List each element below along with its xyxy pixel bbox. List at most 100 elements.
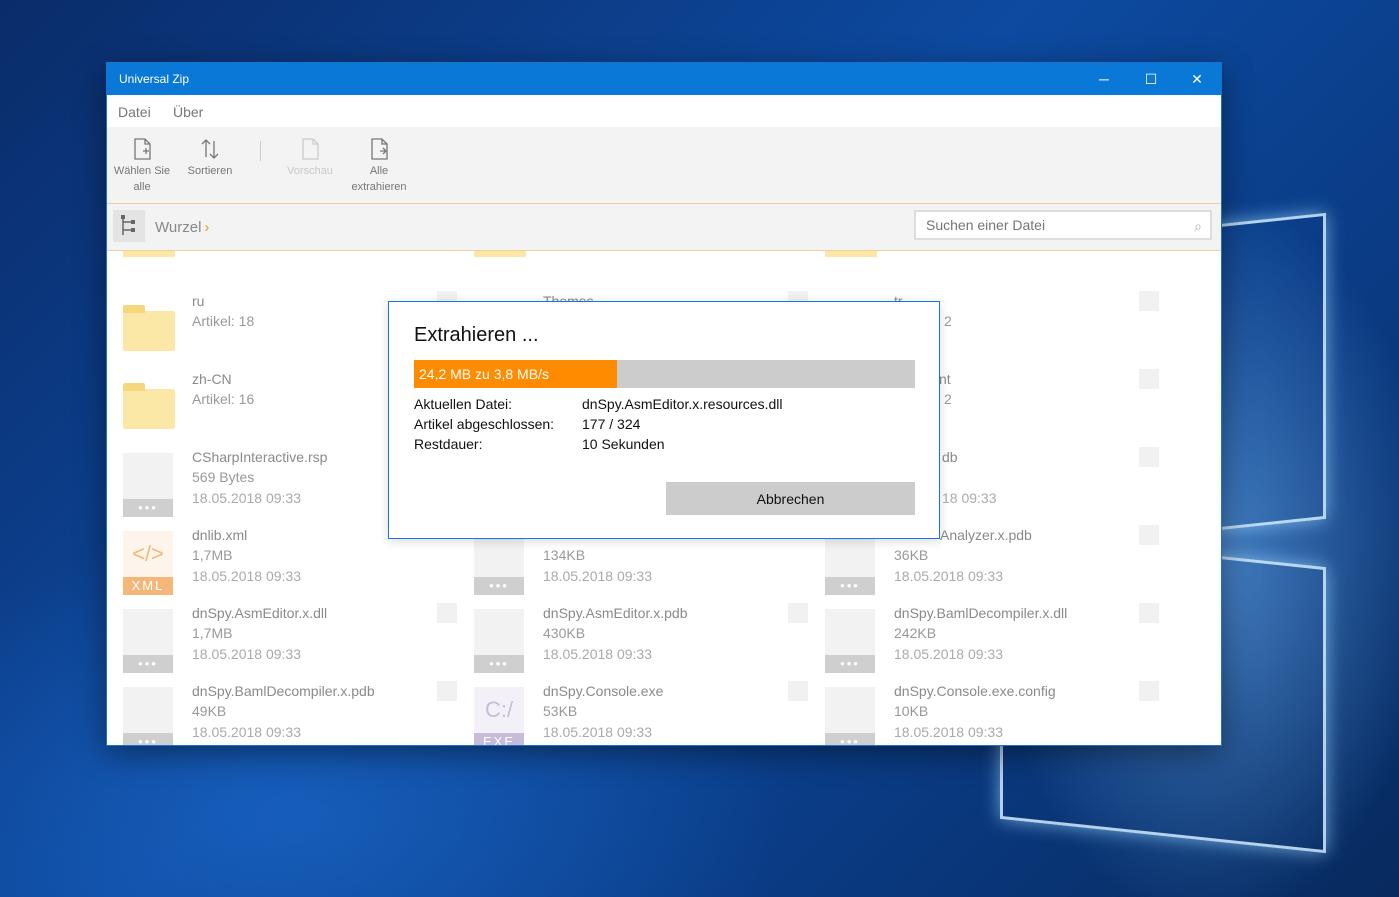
file-size: 10KB bbox=[894, 703, 929, 719]
dots-badge: ••• bbox=[123, 499, 173, 517]
extract-all-button[interactable]: Alle extrahieren bbox=[345, 137, 413, 195]
file-item[interactable]: C:/ EXE dnSpy.Console.exe 53KB 18.05.2018… bbox=[458, 681, 808, 745]
select-all-label: Wählen Sie alle bbox=[113, 165, 171, 193]
file-date: 18.05.2018 09:33 bbox=[543, 568, 652, 584]
item-checkbox[interactable] bbox=[1139, 525, 1159, 545]
exe-glyph: C:/ bbox=[484, 697, 514, 722]
file-name: dnSpy.Console.exe bbox=[543, 683, 664, 699]
extract-icon bbox=[371, 138, 388, 160]
remaining-value: 10 Sekunden bbox=[582, 436, 665, 452]
sort-label: Sortieren bbox=[187, 165, 233, 177]
select-all-button[interactable]: Wählen Sie alle bbox=[111, 137, 173, 195]
file-size: 569 Bytes bbox=[192, 469, 255, 485]
file-name: zh-CN bbox=[192, 371, 232, 387]
items-done-value: 177 / 324 bbox=[582, 416, 641, 432]
file-size: 1,7MB bbox=[192, 547, 233, 563]
select-all-icon bbox=[134, 138, 151, 160]
file-item[interactable]: ••• dnSpy.BamlDecompiler.x.pdb 49KB 18.0… bbox=[107, 681, 457, 745]
file-meta: 2 bbox=[944, 391, 952, 407]
file-date: 18.05.2018 09:33 bbox=[894, 646, 1003, 662]
file-size: 1,7MB bbox=[192, 625, 233, 641]
file-date: 18.05.2018 09:33 bbox=[192, 568, 301, 584]
item-checkbox[interactable] bbox=[1139, 369, 1159, 389]
file-item[interactable]: ••• dnSpy.Console.exe.config 10KB 18.05.… bbox=[809, 681, 1159, 745]
close-button[interactable]: ✕ bbox=[1174, 63, 1220, 95]
file-name: dnSpy.BamlDecompiler.x.dll bbox=[894, 605, 1068, 621]
current-file-value: dnSpy.AsmEditor.x.resources.dll bbox=[582, 396, 783, 412]
xml-badge: XML bbox=[123, 577, 173, 595]
file-icon: ••• bbox=[825, 687, 875, 745]
item-checkbox[interactable] bbox=[788, 681, 808, 701]
menu-bar: Datei Über bbox=[107, 95, 1221, 127]
item-checkbox[interactable] bbox=[1139, 447, 1159, 467]
maximize-button[interactable]: ☐ bbox=[1128, 63, 1174, 95]
tree-icon bbox=[121, 215, 135, 235]
folder-icon bbox=[123, 305, 175, 351]
exe-file-icon: C:/ EXE bbox=[474, 687, 524, 745]
current-file-label: Aktuellen Datei: bbox=[414, 396, 513, 412]
sort-button[interactable]: Sortieren bbox=[183, 137, 237, 179]
file-icon: ••• bbox=[123, 453, 173, 517]
file-name: ru bbox=[192, 293, 205, 309]
remaining-row: Restdauer: 10 Sekunden bbox=[414, 436, 665, 452]
minimize-button[interactable]: ─ bbox=[1081, 63, 1127, 95]
search-icon[interactable]: ⌕ bbox=[1194, 218, 1202, 235]
sort-icon bbox=[201, 139, 219, 159]
folder-icon bbox=[123, 251, 175, 257]
file-date: 18.05.2018 09:33 bbox=[192, 490, 301, 506]
item-checkbox[interactable] bbox=[1139, 681, 1159, 701]
progress-text: 24,2 MB zu 3,8 MB/s bbox=[419, 366, 549, 382]
file-size: 36KB bbox=[894, 547, 929, 563]
item-checkbox[interactable] bbox=[437, 681, 457, 701]
xml-glyph: </> bbox=[132, 541, 164, 566]
file-item[interactable]: ••• dnSpy.AsmEditor.x.pdb 430KB 18.05.20… bbox=[458, 603, 808, 681]
file-name: dnSpy.AsmEditor.x.dll bbox=[192, 605, 328, 621]
file-size: 134KB bbox=[543, 547, 586, 563]
item-checkbox[interactable] bbox=[1139, 291, 1159, 311]
file-size: 53KB bbox=[543, 703, 578, 719]
folder-icon bbox=[825, 251, 877, 257]
file-date: 18.05.2018 09:33 bbox=[543, 646, 652, 662]
folder-icon bbox=[474, 251, 526, 257]
item-checkbox[interactable] bbox=[1139, 603, 1159, 623]
file-item[interactable]: ••• dnSpy.AsmEditor.x.dll 1,7MB 18.05.20… bbox=[107, 603, 457, 681]
file-name: nt bbox=[939, 371, 951, 387]
file-name: dnSpy.Console.exe.config bbox=[894, 683, 1056, 699]
items-done-row: Artikel abgeschlossen: 177 / 324 bbox=[414, 416, 640, 432]
dialog-title: Extrahieren ... bbox=[414, 324, 539, 346]
breadcrumb[interactable]: Wurzel › bbox=[155, 219, 209, 236]
breadcrumb-root[interactable]: Wurzel bbox=[155, 219, 201, 236]
current-file-row: Aktuellen Datei: dnSpy.AsmEditor.x.resou… bbox=[414, 396, 783, 412]
dots-badge: ••• bbox=[123, 655, 173, 673]
toolbar-separator bbox=[260, 141, 261, 161]
toolbar: Wählen Sie alle Sortieren Vorschau Alle … bbox=[107, 127, 1221, 204]
item-checkbox[interactable] bbox=[437, 603, 457, 623]
file-name: dnSpy.AsmEditor.x.pdb bbox=[543, 605, 688, 621]
preview-icon bbox=[302, 138, 319, 160]
search-input[interactable] bbox=[916, 212, 1196, 238]
preview-label: Vorschau bbox=[287, 165, 333, 177]
file-name: dnlib.xml bbox=[192, 527, 248, 543]
menu-ueber[interactable]: Über bbox=[173, 104, 203, 120]
file-size: 242KB bbox=[894, 625, 937, 641]
file-icon: ••• bbox=[123, 609, 173, 673]
cancel-button[interactable]: Abbrechen bbox=[666, 482, 915, 515]
file-name: CSharpInteractive.rsp bbox=[192, 449, 328, 465]
search-box[interactable]: ⌕ bbox=[914, 210, 1212, 240]
dots-badge: ••• bbox=[825, 733, 875, 745]
title-bar: Universal Zip ─ ☐ ✕ bbox=[107, 63, 1221, 95]
file-item[interactable]: ••• dnSpy.BamlDecompiler.x.dll 242KB 18.… bbox=[809, 603, 1159, 681]
exe-badge: EXE bbox=[474, 733, 524, 745]
dots-badge: ••• bbox=[825, 655, 875, 673]
items-done-label: Artikel abgeschlossen: bbox=[414, 416, 555, 432]
item-checkbox[interactable] bbox=[788, 603, 808, 623]
file-icon: ••• bbox=[474, 609, 524, 673]
file-date: 18.05.2018 09:33 bbox=[192, 724, 301, 740]
file-name: Analyzer.x.pdb bbox=[940, 527, 1032, 543]
progress-bar: 24,2 MB zu 3,8 MB/s bbox=[414, 360, 915, 388]
file-date: 18 09:33 bbox=[942, 490, 997, 506]
preview-button[interactable]: Vorschau bbox=[283, 137, 337, 179]
menu-datei[interactable]: Datei bbox=[118, 104, 151, 120]
tree-view-button[interactable] bbox=[113, 210, 145, 242]
file-icon: ••• bbox=[825, 609, 875, 673]
